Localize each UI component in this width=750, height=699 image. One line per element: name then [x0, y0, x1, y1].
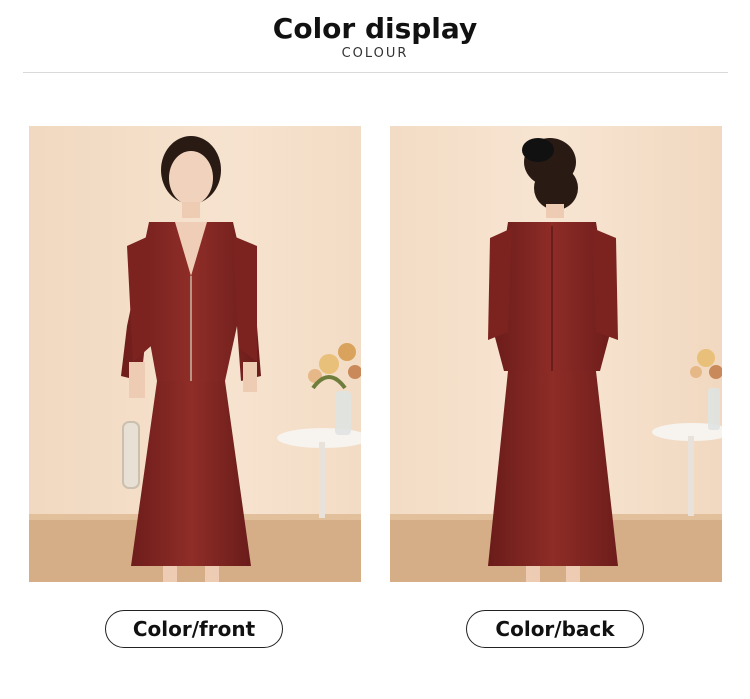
- header-divider: [23, 72, 728, 73]
- page-subtitle: COLOUR: [341, 46, 409, 61]
- model-back-photo: [390, 126, 722, 582]
- color-back-label: Color/back: [466, 610, 644, 648]
- model-front-photo: [29, 126, 361, 582]
- color-front-label: Color/front: [105, 610, 283, 648]
- page-title: Color display: [272, 12, 478, 45]
